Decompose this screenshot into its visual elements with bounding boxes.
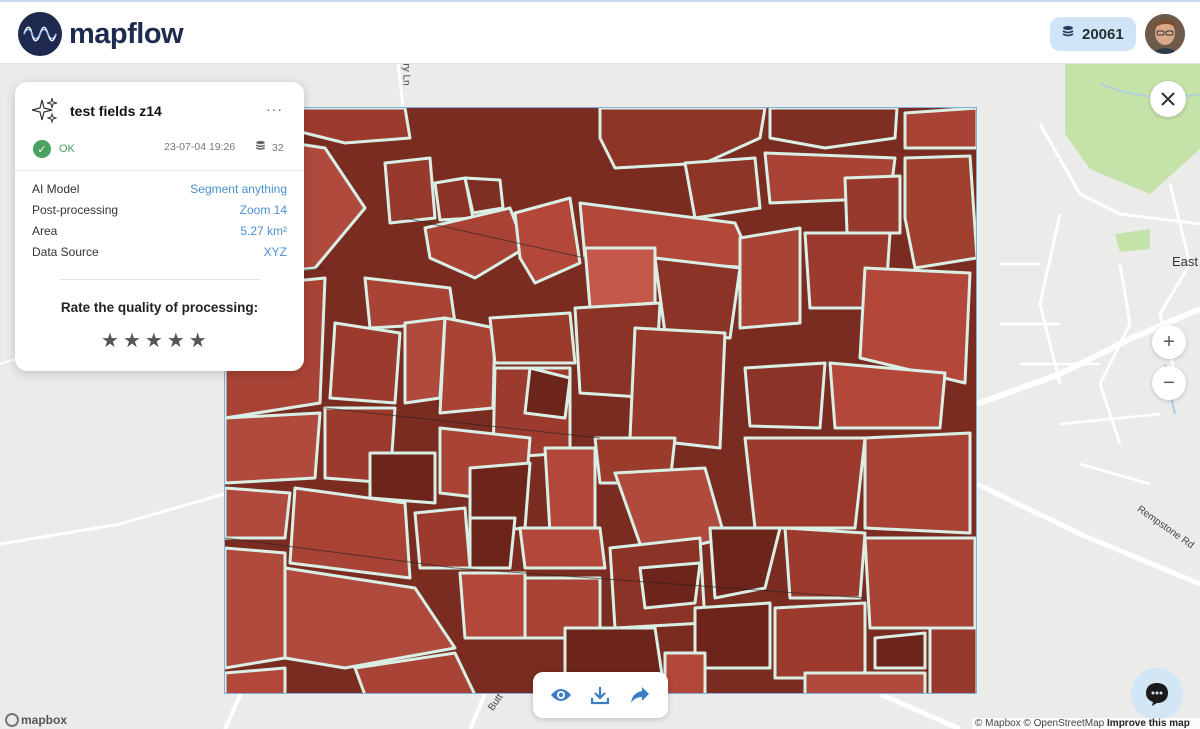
card-divider-2 bbox=[60, 279, 260, 280]
app-header: mapflow 20061 bbox=[0, 0, 1200, 64]
mapbox-logo-icon bbox=[5, 713, 19, 727]
close-icon bbox=[1161, 92, 1175, 106]
chat-button[interactable] bbox=[1131, 668, 1183, 720]
coins-icon bbox=[1062, 25, 1074, 43]
rating-stars: ★ ★ ★ ★ ★ bbox=[101, 331, 207, 351]
download-icon[interactable] bbox=[586, 681, 614, 709]
processing-cost: 32 bbox=[255, 140, 284, 155]
rate-quality-title: Rate the quality of processing: bbox=[60, 300, 259, 315]
mapbox-logo-text: mapbox bbox=[21, 713, 68, 727]
star-2-icon[interactable]: ★ bbox=[123, 331, 141, 351]
mapflow-logo[interactable]: mapflow bbox=[18, 12, 184, 56]
mapbox-logo[interactable]: mapbox bbox=[5, 713, 67, 727]
processing-date: 23-07-04 19:26 bbox=[164, 141, 236, 153]
detail-value-post-processing[interactable]: Zoom 14 bbox=[240, 203, 287, 217]
cost-value: 32 bbox=[272, 141, 284, 154]
coins-icon bbox=[255, 140, 266, 155]
map-attribution: © Mapbox © OpenStreetMap Improve this ma… bbox=[972, 718, 1200, 729]
detail-value-data-source[interactable]: XYZ bbox=[264, 245, 287, 259]
detail-label-post-processing: Post-processing bbox=[32, 203, 119, 217]
detail-label-ai-model: AI Model bbox=[32, 182, 80, 196]
chat-bubble-icon bbox=[1146, 683, 1168, 706]
check-icon: ✓ bbox=[33, 140, 51, 158]
star-5-icon[interactable]: ★ bbox=[189, 331, 207, 351]
status-badge: ✓ OK bbox=[33, 140, 75, 158]
segmented-fields-layer bbox=[225, 108, 976, 693]
credits-value: 20061 bbox=[1082, 25, 1124, 43]
close-button[interactable] bbox=[1150, 81, 1186, 117]
detail-value-ai-model[interactable]: Segment anything bbox=[190, 182, 287, 196]
star-3-icon[interactable]: ★ bbox=[145, 331, 163, 351]
zoom-out-button[interactable]: − bbox=[1152, 366, 1186, 400]
user-avatar[interactable] bbox=[1145, 14, 1185, 54]
detail-label-area: Area bbox=[32, 224, 58, 238]
road-label-lane: ry Ln bbox=[400, 64, 412, 86]
processing-area-overlay[interactable] bbox=[224, 107, 977, 694]
sparkles-icon bbox=[31, 97, 58, 129]
zoom-in-button[interactable]: + bbox=[1152, 325, 1186, 359]
detail-value-area[interactable]: 5.27 km² bbox=[240, 224, 287, 238]
attribution-text[interactable]: © Mapbox © OpenStreetMap bbox=[975, 718, 1107, 729]
eye-icon[interactable] bbox=[547, 681, 575, 709]
status-text: OK bbox=[59, 143, 75, 155]
star-1-icon[interactable]: ★ bbox=[101, 331, 119, 351]
improve-map-link[interactable]: Improve this map bbox=[1107, 718, 1190, 729]
processing-title: test fields z14 bbox=[70, 103, 162, 119]
layer-toolbar bbox=[533, 672, 668, 718]
star-4-icon[interactable]: ★ bbox=[167, 331, 185, 351]
card-divider bbox=[15, 170, 304, 171]
place-label-east: East bbox=[1172, 254, 1199, 269]
logo-text: mapflow bbox=[69, 17, 184, 50]
share-icon[interactable] bbox=[626, 681, 654, 709]
logo-wave-icon bbox=[18, 12, 62, 56]
detail-label-data-source: Data Source bbox=[32, 245, 99, 259]
processing-menu-button[interactable]: ··· bbox=[266, 101, 283, 117]
credits-badge[interactable]: 20061 bbox=[1050, 17, 1136, 51]
